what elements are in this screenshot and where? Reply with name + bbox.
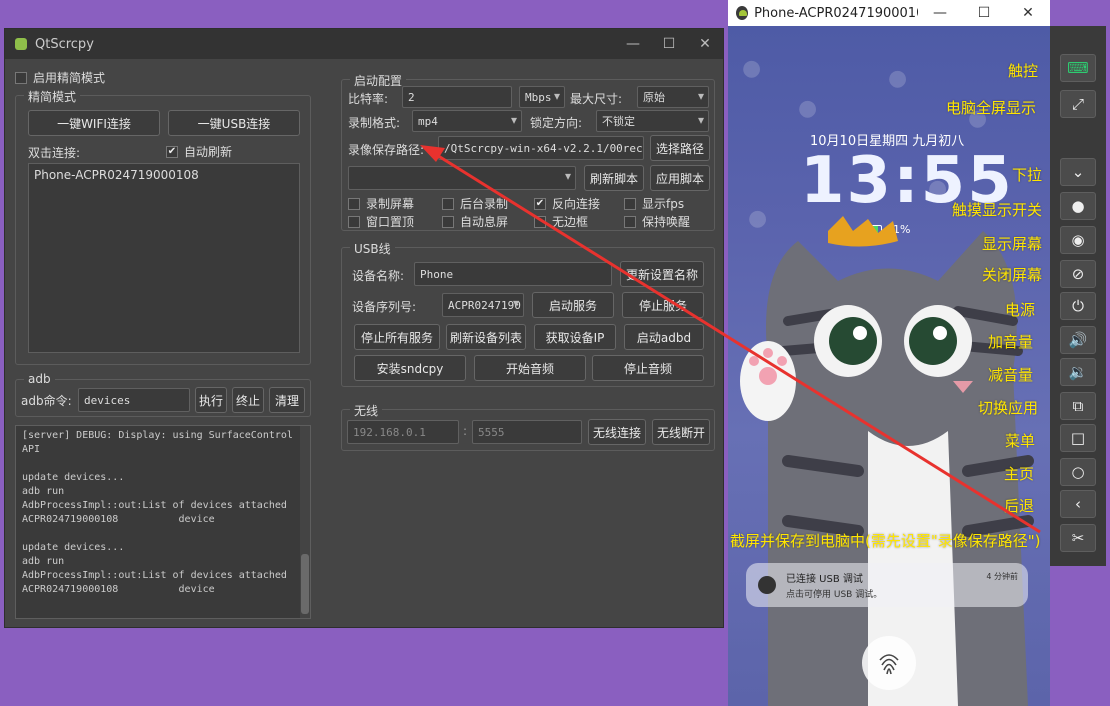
annotation-arrow	[420, 145, 1041, 534]
